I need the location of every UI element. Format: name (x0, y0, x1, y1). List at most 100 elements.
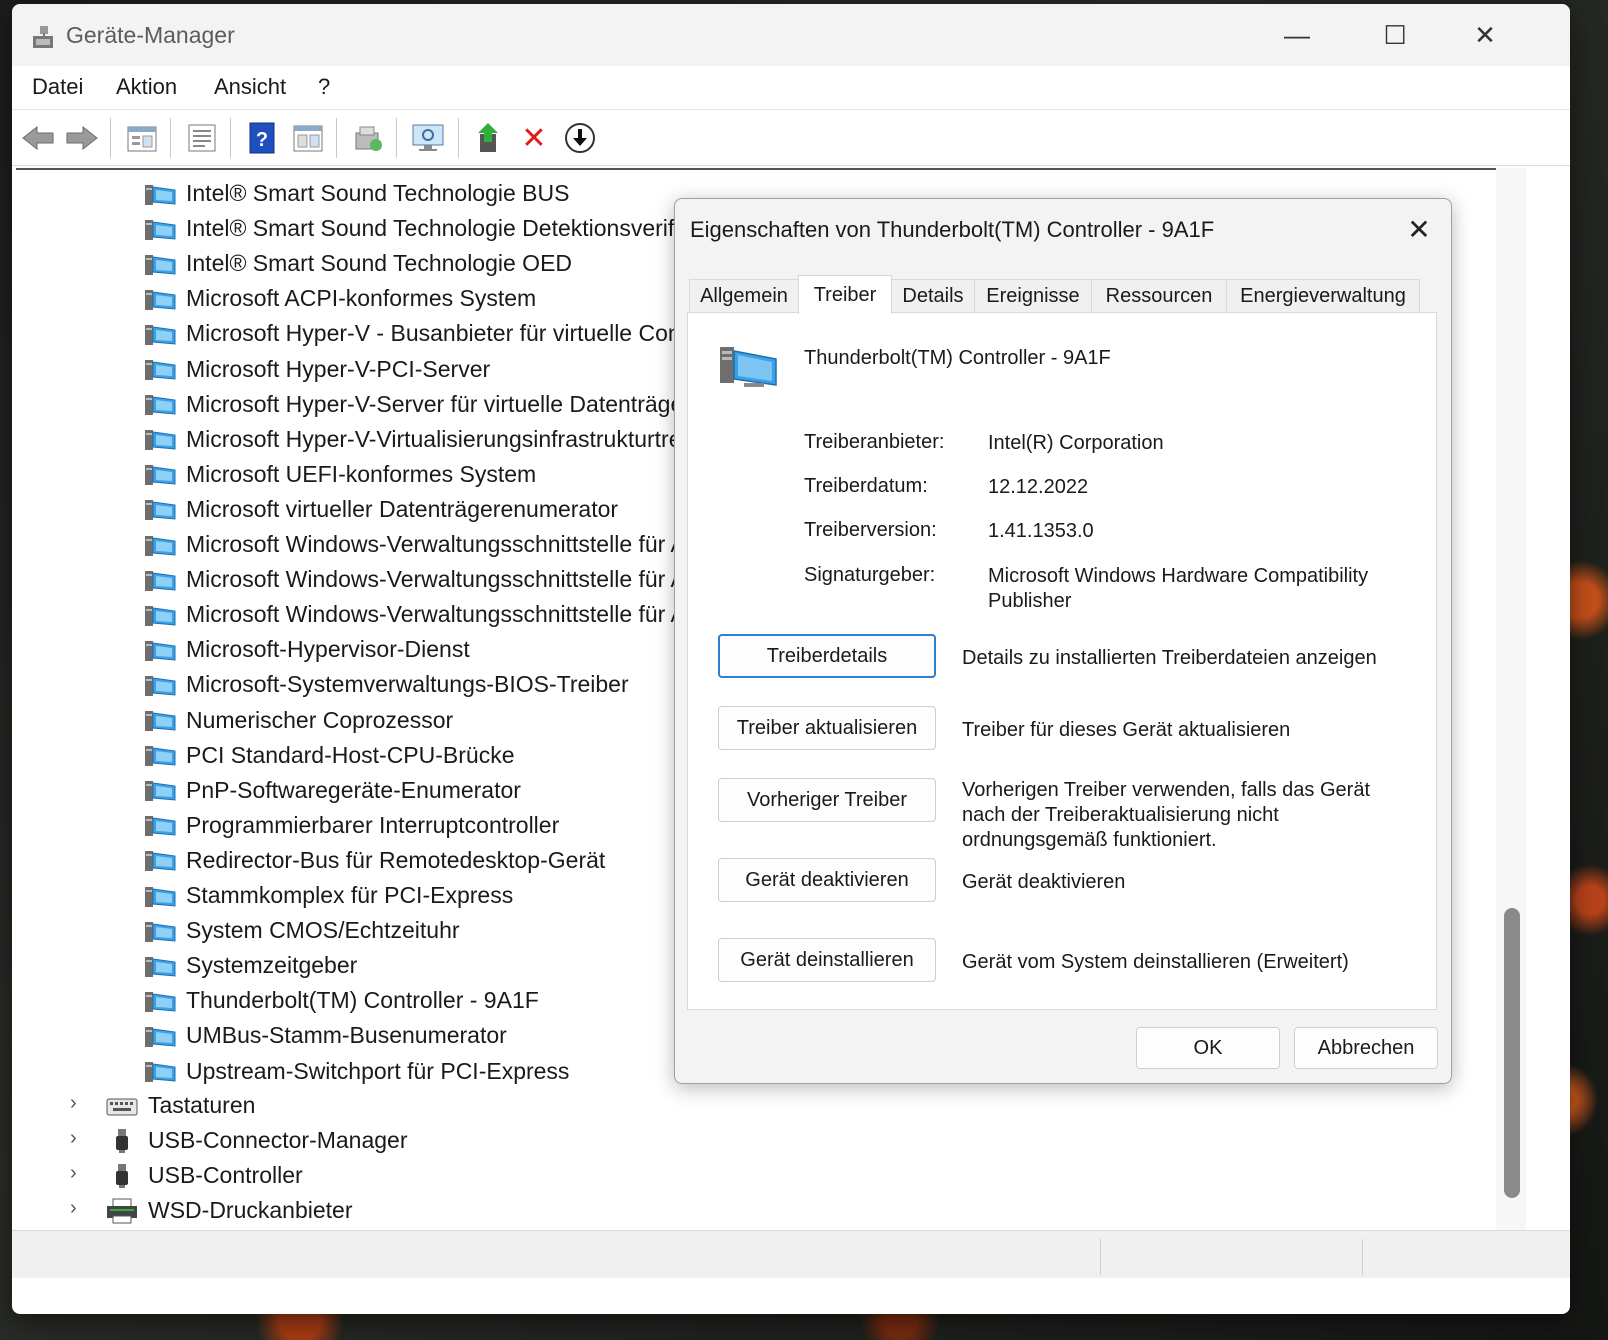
tree-item-device[interactable]: PnP-Softwaregeräte-Enumerator (144, 773, 521, 808)
system-device-icon (144, 742, 186, 768)
tree-item-device[interactable]: Systemzeitgeber (144, 948, 357, 983)
tab-ereignisse[interactable]: Ereignisse (974, 279, 1092, 313)
tree-item-label: Stammkomplex für PCI-Express (186, 882, 514, 908)
tree-item-device[interactable]: Stammkomplex für PCI-Express (144, 878, 513, 913)
expand-chevron-icon[interactable]: › (70, 1092, 77, 1115)
tree-category[interactable]: USB-Connector-Manager (106, 1123, 408, 1158)
tree-category[interactable]: USB-Controller (106, 1158, 303, 1193)
tree-item-label: Intel® Smart Sound Technologie Detektion… (186, 215, 755, 242)
title-bar[interactable]: Geräte-Manager — ☐ ✕ (12, 4, 1570, 66)
system-device-icon (144, 426, 186, 452)
minimize-button[interactable]: — (1252, 4, 1342, 66)
expand-chevron-icon[interactable]: › (70, 1162, 77, 1185)
tab-details[interactable]: Details (891, 279, 975, 313)
tab-energieverwaltung[interactable]: Energieverwaltung (1226, 279, 1420, 313)
tree-item-label: Thunderbolt(TM) Controller - 9A1F (186, 987, 539, 1014)
properties-icon[interactable] (124, 120, 160, 156)
tree-item-label: Microsoft Hyper-V-PCI-Server (186, 355, 491, 382)
disable-device-description: Gerät deaktivieren (962, 871, 1126, 893)
status-bar (12, 1230, 1570, 1278)
system-device-icon (144, 181, 186, 207)
tree-item-label: Upstream-Switchport für PCI-Express (186, 1057, 570, 1084)
tree-item-device[interactable]: Intel® Smart Sound Technologie Detektion… (144, 211, 755, 246)
rollback-driver-button[interactable]: Vorheriger Treiber (718, 778, 936, 822)
tree-category[interactable]: WSD-Druckanbieter (106, 1193, 353, 1228)
tree-item-device[interactable]: Redirector-Bus für Remotedesktop-Gerät (144, 843, 605, 878)
tree-item-label: Microsoft Windows-Verwaltungsschnittstel… (186, 566, 725, 593)
uninstall-device-button[interactable]: Gerät deinstallieren (718, 938, 936, 982)
tree-item-device[interactable]: PCI Standard-Host-CPU-Brücke (144, 738, 515, 773)
tab-ressourcen[interactable]: Ressourcen (1091, 279, 1227, 313)
cancel-button[interactable]: Abbrechen (1294, 1027, 1438, 1069)
system-device-icon (144, 847, 186, 873)
tree-item-device[interactable]: Microsoft Hyper-V - Busanbieter für virt… (144, 316, 739, 351)
scan-icon[interactable] (350, 120, 386, 156)
forward-icon[interactable] (64, 120, 100, 156)
menu-ansicht[interactable]: Ansicht (214, 74, 286, 100)
tab-treiber[interactable]: Treiber (798, 275, 892, 314)
uninstall-icon[interactable]: ✕ (516, 120, 552, 156)
ok-button[interactable]: OK (1136, 1027, 1280, 1069)
system-device-icon (144, 496, 186, 522)
menu-help[interactable]: ? (318, 74, 330, 100)
menu-datei[interactable]: Datei (32, 74, 83, 100)
tree-item-device[interactable]: Intel® Smart Sound Technologie BUS (144, 176, 569, 211)
close-button[interactable]: ✕ (1440, 4, 1530, 66)
system-device-icon (144, 1058, 186, 1084)
driver-details-description: Details zu installierten Treiberdateien … (962, 647, 1377, 669)
back-icon[interactable] (20, 120, 56, 156)
tree-item-label: Systemzeitgeber (186, 952, 358, 979)
expand-chevron-icon[interactable]: › (70, 1197, 77, 1220)
driver-details-button[interactable]: Treiberdetails (718, 634, 936, 678)
tree-item-label: Intel® Smart Sound Technologie OED (186, 250, 573, 277)
tree-item-device[interactable]: Numerischer Coprozessor (144, 703, 453, 738)
tree-item-label: Microsoft virtueller Datenträgerenumerat… (186, 495, 619, 522)
monitor-icon[interactable] (410, 120, 446, 156)
tab-allgemein[interactable]: Allgemein (689, 279, 799, 313)
maximize-button[interactable]: ☐ (1350, 4, 1440, 66)
tree-item-device[interactable]: Microsoft Hyper-V-PCI-Server (144, 352, 490, 387)
disable-icon[interactable] (562, 120, 598, 156)
tree-category-label: USB-Controller (148, 1162, 303, 1189)
tree-item-device[interactable]: Microsoft-Systemverwaltungs-BIOS-Treiber (144, 667, 629, 702)
list-icon[interactable] (184, 120, 220, 156)
tree-item-device[interactable]: Microsoft virtueller Datenträgerenumerat… (144, 492, 618, 527)
help-icon[interactable]: ? (244, 120, 280, 156)
scrollbar-thumb[interactable] (1504, 908, 1520, 1198)
menu-aktion[interactable]: Aktion (116, 74, 177, 100)
tree-item-label: Microsoft Hyper-V-Server für virtuelle D… (186, 390, 691, 417)
usb-icon (106, 1163, 148, 1189)
tree-item-device[interactable]: Intel® Smart Sound Technologie OED (144, 246, 572, 281)
tree-item-device[interactable]: Microsoft Windows-Verwaltungsschnittstel… (144, 562, 724, 597)
toolbar: ? ✕ (12, 110, 1570, 166)
dialog-close-button[interactable]: ✕ (1399, 209, 1439, 249)
tree-item-label: Microsoft UEFI-konformes System (186, 460, 537, 487)
view-icon[interactable] (290, 120, 326, 156)
tree-item-device[interactable]: Microsoft ACPI-konformes System (144, 281, 536, 316)
tree-item-device[interactable]: Microsoft UEFI-konformes System (144, 457, 536, 492)
tree-item-label: Microsoft Hyper-V - Busanbieter für virt… (186, 320, 740, 347)
update-driver-button[interactable]: Treiber aktualisieren (718, 706, 936, 750)
expand-chevron-icon[interactable]: › (70, 1127, 77, 1150)
tree-item-label: System CMOS/Echtzeituhr (186, 917, 460, 944)
tree-item-device[interactable]: Thunderbolt(TM) Controller - 9A1F (144, 983, 539, 1018)
device-manager-app-icon (33, 26, 53, 48)
tree-item-device[interactable]: Microsoft Windows-Verwaltungsschnittstel… (144, 597, 724, 632)
tree-item-device[interactable]: Microsoft-Hypervisor-Dienst (144, 632, 470, 667)
tree-item-device[interactable]: Microsoft Hyper-V-Server für virtuelle D… (144, 387, 691, 422)
tree-category[interactable]: Tastaturen (106, 1088, 255, 1123)
system-device-icon (144, 216, 186, 242)
menu-bar: Datei Aktion Ansicht ? (12, 66, 1570, 110)
tree-item-device[interactable]: Programmierbarer Interruptcontroller (144, 808, 559, 843)
vertical-scrollbar[interactable] (1496, 168, 1526, 1230)
disable-device-button[interactable]: Gerät deaktivieren (718, 858, 936, 902)
field-value-version: 1.41.1353.0 (988, 520, 1094, 542)
tree-item-device[interactable]: Microsoft Windows-Verwaltungsschnittstel… (144, 527, 724, 562)
tree-item-device[interactable]: System CMOS/Echtzeituhr (144, 913, 460, 948)
tree-item-label: Microsoft Hyper-V-Virtualisierungsinfras… (186, 425, 720, 452)
tree-item-device[interactable]: Upstream-Switchport für PCI-Express (144, 1054, 569, 1089)
update-driver-icon[interactable] (472, 120, 508, 156)
tree-item-device[interactable]: Microsoft Hyper-V-Virtualisierungsinfras… (144, 422, 720, 457)
tree-item-device[interactable]: UMBus-Stamm-Busenumerator (144, 1018, 507, 1053)
system-device-icon (144, 707, 186, 733)
